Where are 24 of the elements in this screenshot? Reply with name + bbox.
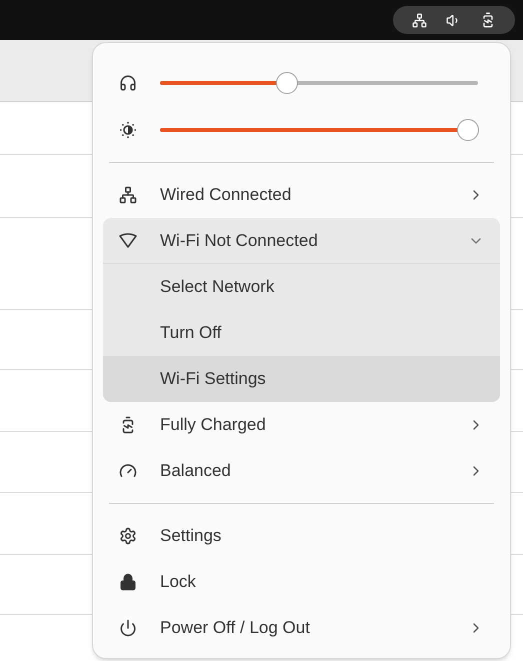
power-icon: [119, 619, 137, 637]
slider-thumb[interactable]: [276, 72, 298, 94]
submenu-item[interactable]: Wi-Fi Settings: [103, 356, 500, 402]
submenu-item[interactable]: Select Network: [103, 264, 500, 310]
settings-icon: [119, 527, 137, 545]
gauge-icon: [119, 462, 137, 480]
status-indicators[interactable]: [393, 6, 515, 34]
menu-item[interactable]: Balanced: [103, 448, 500, 494]
menu-item[interactable]: Power Off / Log Out: [103, 605, 500, 651]
wifi-icon: [119, 232, 137, 248]
menu-item[interactable]: Wired Connected: [103, 172, 500, 218]
slider[interactable]: [160, 72, 478, 94]
menu-item[interactable]: Wi-Fi Not Connected: [103, 218, 500, 264]
slider[interactable]: [160, 118, 478, 140]
menu-item[interactable]: Fully Charged: [103, 402, 500, 448]
network-icon: [412, 12, 428, 28]
lock-icon: [119, 573, 137, 591]
slider-thumb[interactable]: [457, 118, 480, 140]
network-icon: [119, 186, 137, 204]
headphones-icon: [119, 74, 137, 92]
submenu-item[interactable]: Turn Off: [103, 310, 500, 356]
brightness-icon: [119, 120, 137, 138]
menu-item[interactable]: Lock: [103, 559, 500, 605]
menu-item[interactable]: Settings: [103, 513, 500, 559]
